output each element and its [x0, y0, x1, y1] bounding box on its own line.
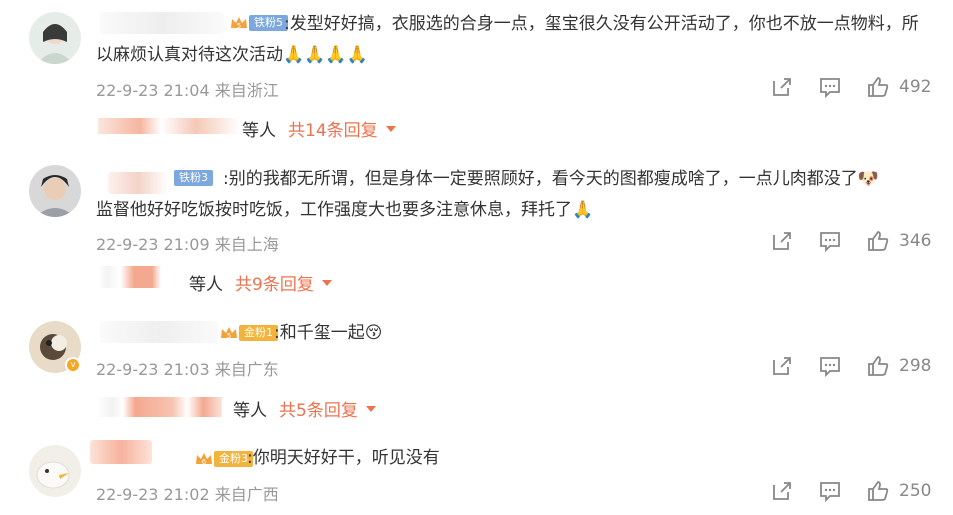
comment-meta: 22-9-23 21:03 来自广东: [96, 356, 279, 380]
caret-down-icon: [385, 125, 396, 132]
reply-summary: 等人 共14条回复: [242, 116, 396, 141]
comment-item: 5 铁粉5 :发型好好搞，衣服选的合身一点，玺宝很久没有公开活动了，你也不放一点…: [0, 0, 953, 150]
like-count: 492: [899, 77, 932, 97]
reply-etc: 等人: [189, 275, 223, 295]
location: 来自浙江: [214, 81, 279, 100]
reply-count-label: 共5条回复: [279, 401, 358, 421]
verified-badge-icon: v: [65, 357, 81, 373]
crown-icon: 5: [219, 324, 239, 342]
shiba-dog-emoji: 🐶: [857, 169, 879, 189]
like-count: 298: [899, 356, 932, 376]
badge-label: 金粉1: [239, 325, 278, 341]
praying-hands-emoji: 🙏: [572, 200, 594, 220]
thumb-up-icon[interactable]: [865, 228, 891, 254]
share-icon[interactable]: [769, 74, 795, 100]
comment-text: :你明天好好干，听见没有: [247, 448, 440, 468]
comment-item: v 5 金粉1 :和千玺一起😚 22-9-23 21:03 来自广东 298 等…: [0, 305, 953, 430]
reply-etc: 等人: [233, 401, 267, 421]
comment-icon[interactable]: [817, 74, 843, 100]
timestamp: 22-9-23 21:09: [96, 235, 210, 254]
reply-count-label: 共14条回复: [288, 121, 378, 141]
timestamp: 22-9-23 21:04: [96, 81, 210, 100]
caret-down-icon: [321, 279, 332, 286]
reply-avatar-blurred: [98, 397, 222, 417]
comment-actions: 346: [747, 228, 931, 254]
avatar[interactable]: [29, 12, 81, 64]
comment-meta: 22-9-23 21:02 来自广西: [96, 481, 279, 505]
comment-actions: 298: [747, 353, 931, 379]
comment-text: :发型好好搞，衣服选的合身一点，玺宝很久没有公开活动了，你也不放一点物料，所以麻…: [96, 14, 919, 65]
comment-icon[interactable]: [817, 353, 843, 379]
reply-summary: 等人 共9条回复: [189, 270, 332, 295]
thumb-up-icon[interactable]: [865, 74, 891, 100]
reply-summary: 等人 共5条回复: [233, 396, 376, 421]
comment-icon[interactable]: [817, 478, 843, 504]
location: 来自广西: [214, 485, 279, 504]
svg-text:5: 5: [227, 332, 231, 340]
view-replies-link[interactable]: 共9条回复: [235, 270, 332, 295]
location: 来自上海: [214, 235, 279, 254]
like-count: 250: [899, 481, 932, 501]
reply-count-label: 共9条回复: [235, 275, 314, 295]
fan-badge: 6 金粉3: [194, 450, 253, 468]
view-replies-link[interactable]: 共14条回复: [288, 116, 396, 141]
timestamp: 22-9-23 21:03: [96, 360, 210, 379]
share-icon[interactable]: [769, 478, 795, 504]
username-blurred[interactable]: [100, 321, 218, 343]
comment-actions: 492: [747, 74, 931, 100]
crown-icon: 6: [194, 450, 214, 468]
comment-meta: 22-9-23 21:09 来自上海: [96, 231, 279, 255]
comment-meta: 22-9-23 21:04 来自浙江: [96, 77, 279, 101]
comment-icon[interactable]: [817, 228, 843, 254]
thumb-up-icon[interactable]: [865, 353, 891, 379]
share-icon[interactable]: [769, 228, 795, 254]
avatar[interactable]: [29, 445, 81, 497]
comment-item: 铁粉3 :别的我都无所谓，但是身体一定要照顾好，看今天的图都瘦成啥了，一点儿肉都…: [0, 150, 953, 305]
comment-text: :和千玺一起😚: [274, 323, 383, 343]
caret-down-icon: [365, 405, 376, 412]
reply-avatar-blurred: [98, 266, 188, 288]
svg-text:6: 6: [202, 458, 207, 466]
praying-hands-emoji: 🙏🙏🙏🙏: [283, 45, 368, 65]
kissing-face-emoji: 😚: [364, 323, 383, 343]
reply-etc: 等人: [242, 121, 276, 141]
fan-badge: 5 金粉1: [219, 324, 278, 342]
share-icon[interactable]: [769, 353, 795, 379]
timestamp: 22-9-23 21:02: [96, 485, 210, 504]
comment-text: :别的我都无所谓，但是身体一定要照顾好，看今天的图都瘦成啥了，一点儿肉都没了🐶 …: [96, 169, 879, 220]
avatar[interactable]: [29, 165, 81, 217]
thumb-up-icon[interactable]: [865, 478, 891, 504]
comment-item: 6 金粉3 :你明天好好干，听见没有 22-9-23 21:02 来自广西 25…: [0, 430, 953, 515]
view-replies-link[interactable]: 共5条回复: [279, 396, 376, 421]
location: 来自广东: [214, 360, 279, 379]
username-blurred[interactable]: [90, 440, 152, 464]
reply-avatar-blurred: [98, 118, 238, 134]
like-count: 346: [899, 231, 932, 251]
comment-actions: 250: [747, 478, 931, 504]
